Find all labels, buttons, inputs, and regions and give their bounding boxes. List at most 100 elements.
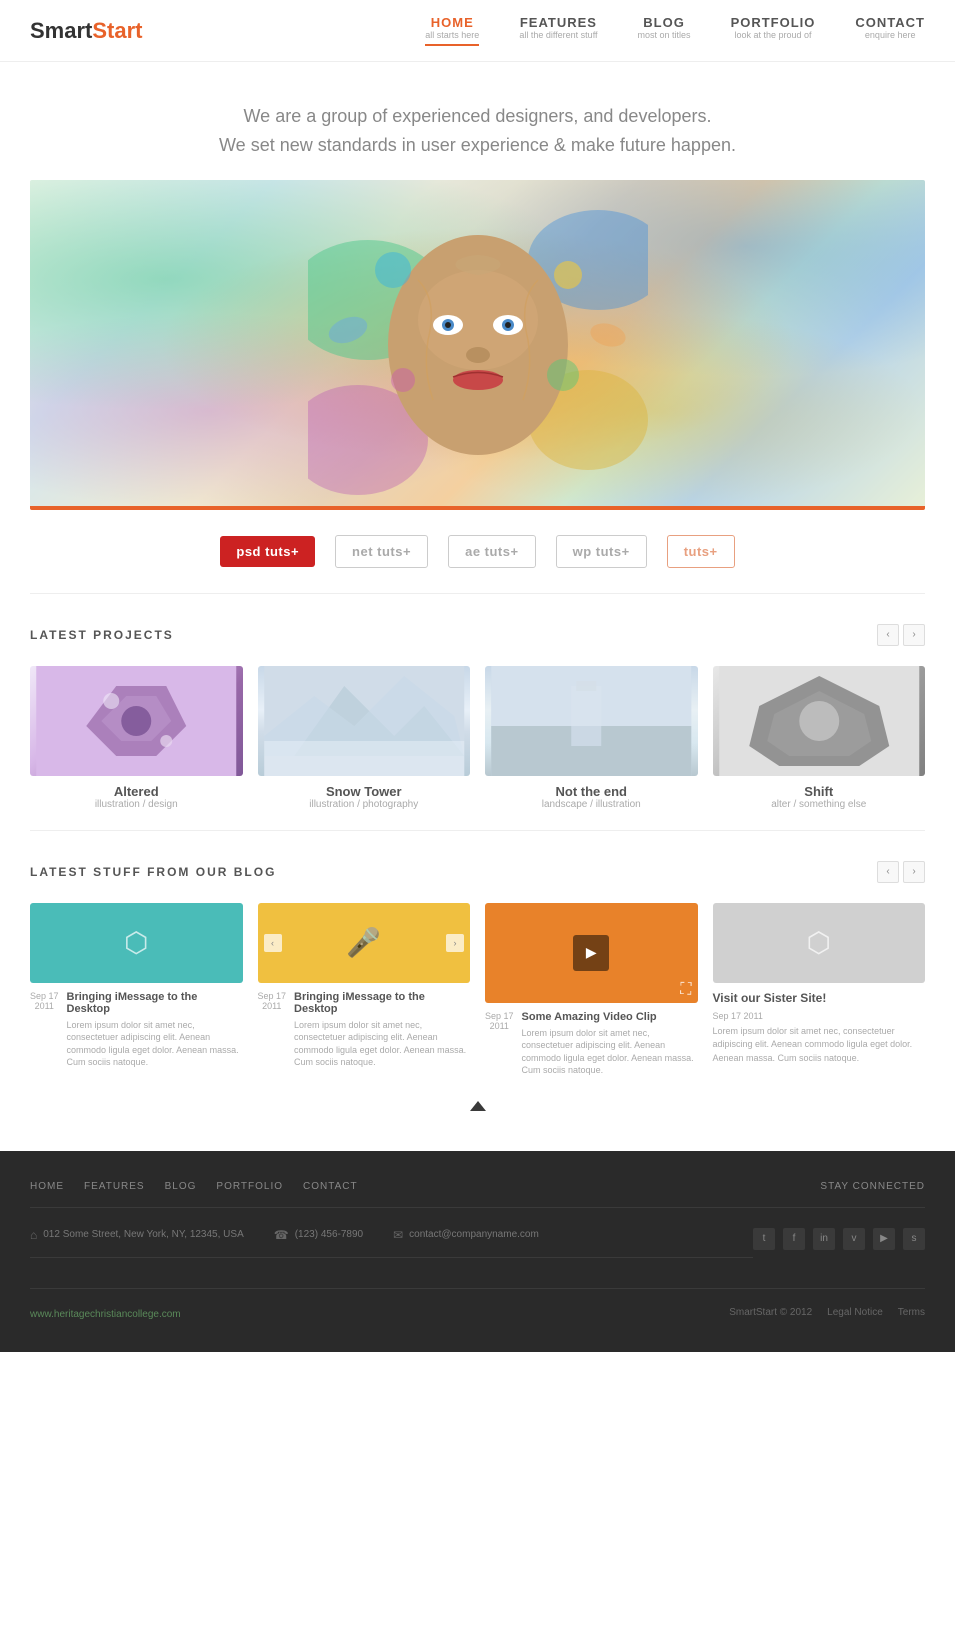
blog-content-1: Bringing iMessage to the Desktop Lorem i… [67,991,243,1069]
footer-copyright: SmartStart © 2012 Legal Notice Terms [729,1307,925,1318]
sister-site-title[interactable]: Visit our Sister Site! [713,991,926,1005]
footer-email: ✉ contact@companyname.com [393,1228,539,1242]
youtube-icon[interactable]: ▶ [873,1228,895,1250]
twitter-icon[interactable]: t [753,1228,775,1250]
blog-card-3: ▶ ⛶ Sep 17 2011 Some Amazing Video Clip … [485,903,698,1081]
project-sub-altered: illustration / design [30,799,243,810]
brand-psd[interactable]: psd tuts+ [220,536,315,567]
projects-next-button[interactable]: › [903,624,925,646]
footer-middle: ⌂ 012 Some Street, New York, NY, 12345, … [30,1228,925,1289]
linkedin-icon[interactable]: in [813,1228,835,1250]
nav-portfolio-sub: look at the proud of [731,30,816,40]
blog-post-title-1[interactable]: Bringing iMessage to the Desktop [67,991,243,1015]
footer-phone: ☎ (123) 456-7890 [274,1228,363,1242]
vimeo-icon[interactable]: v [843,1228,865,1250]
blog-date-2: Sep 17 2011 [258,991,287,1011]
logo-start: Start [92,18,142,43]
nav-home-sub: all starts here [425,30,479,40]
nav-portfolio[interactable]: PORTFOLIO look at the proud of [731,15,816,40]
project-sub-shift: alter / something else [713,799,926,810]
footer-nav: HOME FEATURES BLOG PORTFOLIO CONTACT [30,1181,358,1192]
footer-url: www.heritagechristiancollege.com [30,1304,181,1322]
nav-features[interactable]: FEATURES all the different stuff [519,15,597,40]
blog-post-text-1: Lorem ipsum dolor sit amet nec, consecte… [67,1019,243,1069]
footer-legal-link[interactable]: Legal Notice [827,1307,883,1318]
skype-icon[interactable]: s [903,1228,925,1250]
video-play-button[interactable]: ▶ [573,935,609,971]
notend-thumb-svg [485,666,698,776]
footer-nav-blog[interactable]: BLOG [165,1181,197,1192]
face-svg [308,180,648,510]
main-nav: HOME all starts here FEATURES all the di… [425,15,925,46]
footer-nav-contact[interactable]: CONTACT [303,1181,358,1192]
project-thumb-shift [713,666,926,776]
nav-blog-label: BLOG [638,15,691,30]
blog-post-text-3: Lorem ipsum dolor sit amet nec, consecte… [522,1027,698,1077]
shift-thumb-svg [713,666,926,776]
blog-thumb-icon-4: ⬡ [807,926,831,959]
footer-phone-text: (123) 456-7890 [295,1229,363,1240]
blog-thumb-4: ⬡ [713,903,926,983]
blog-slider-prev[interactable]: ‹ [264,934,282,952]
nav-home[interactable]: HOME all starts here [425,15,479,46]
blog-post-title-3[interactable]: Some Amazing Video Clip [522,1011,698,1023]
footer-bottom: www.heritagechristiancollege.com SmartSt… [30,1304,925,1322]
footer-url-text[interactable]: www.heritagechristiancollege.com [30,1309,181,1320]
project-card-altered[interactable]: Altered illustration / design [30,666,243,810]
project-card-shift[interactable]: Shift alter / something else [713,666,926,810]
footer-stay-connected: STAY CONNECTED [820,1181,925,1192]
brand-ae[interactable]: ae tuts+ [448,535,536,568]
home-icon: ⌂ [30,1228,37,1242]
nav-home-label: HOME [425,15,479,30]
project-thumb-snow [258,666,471,776]
projects-title: LATEST PROJECTS [30,628,174,642]
hero-bottom-bar [30,506,925,510]
blog-slider-next[interactable]: › [446,934,464,952]
blog-prev-button[interactable]: ‹ [877,861,899,883]
blog-date-year-1: 2011 [30,1001,59,1011]
facebook-icon[interactable]: f [783,1228,805,1250]
nav-portfolio-label: PORTFOLIO [731,15,816,30]
nav-contact[interactable]: CONTACT enquire here [855,15,925,40]
blog-date-month-2: Sep 17 [258,991,287,1001]
logo-smart: Smart [30,18,92,43]
blog-sister-content: Visit our Sister Site! Sep 17 2011 Lorem… [713,991,926,1066]
blog-card-1: ⬡ Sep 17 2011 Bringing iMessage to the D… [30,903,243,1081]
brands-row: psd tuts+ net tuts+ ae tuts+ wp tuts+ tu… [30,510,925,594]
site-logo[interactable]: SmartStart [30,18,142,44]
footer-terms-link[interactable]: Terms [898,1307,925,1318]
snow-thumb-svg [258,666,471,776]
nav-contact-label: CONTACT [855,15,925,30]
nav-blog[interactable]: BLOG most on titles [638,15,691,40]
hero-bg [30,180,925,510]
project-sub-notend: landscape / illustration [485,799,698,810]
blog-post-title-2[interactable]: Bringing iMessage to the Desktop [294,991,470,1015]
site-header: SmartStart HOME all starts here FEATURES… [0,0,955,62]
brand-net[interactable]: net tuts+ [335,535,428,568]
blog-next-button[interactable]: › [903,861,925,883]
social-icons: t f in v ▶ s [753,1228,925,1250]
blog-section: LATEST STUFF FROM OUR BLOG ‹ › ⬡ Sep 17 … [0,831,955,1101]
blog-date-month-3: Sep 17 [485,1011,514,1021]
hero-face [30,180,925,510]
project-title-shift: Shift [713,784,926,799]
projects-header: LATEST PROJECTS ‹ › [30,624,925,646]
blog-thumb-3[interactable]: ▶ ⛶ [485,903,698,1003]
phone-icon: ☎ [274,1228,289,1242]
project-title-notend: Not the end [485,784,698,799]
footer-nav-features[interactable]: FEATURES [84,1181,145,1192]
footer-email-text: contact@companyname.com [409,1229,539,1240]
brand-tuts[interactable]: tuts+ [667,535,735,568]
project-card-snow[interactable]: Snow Tower illustration / photography [258,666,471,810]
project-thumb-notend [485,666,698,776]
footer-nav-portfolio[interactable]: PORTFOLIO [216,1181,283,1192]
projects-prev-button[interactable]: ‹ [877,624,899,646]
email-icon: ✉ [393,1228,403,1242]
project-title-altered: Altered [30,784,243,799]
sister-site-text: Lorem ipsum dolor sit amet nec, consecte… [713,1025,926,1066]
brand-wp[interactable]: wp tuts+ [556,535,647,568]
projects-nav-arrows: ‹ › [877,624,925,646]
footer-nav-home[interactable]: HOME [30,1181,64,1192]
project-card-notend[interactable]: Not the end landscape / illustration [485,666,698,810]
blog-meta-1: Sep 17 2011 Bringing iMessage to the Des… [30,991,243,1069]
